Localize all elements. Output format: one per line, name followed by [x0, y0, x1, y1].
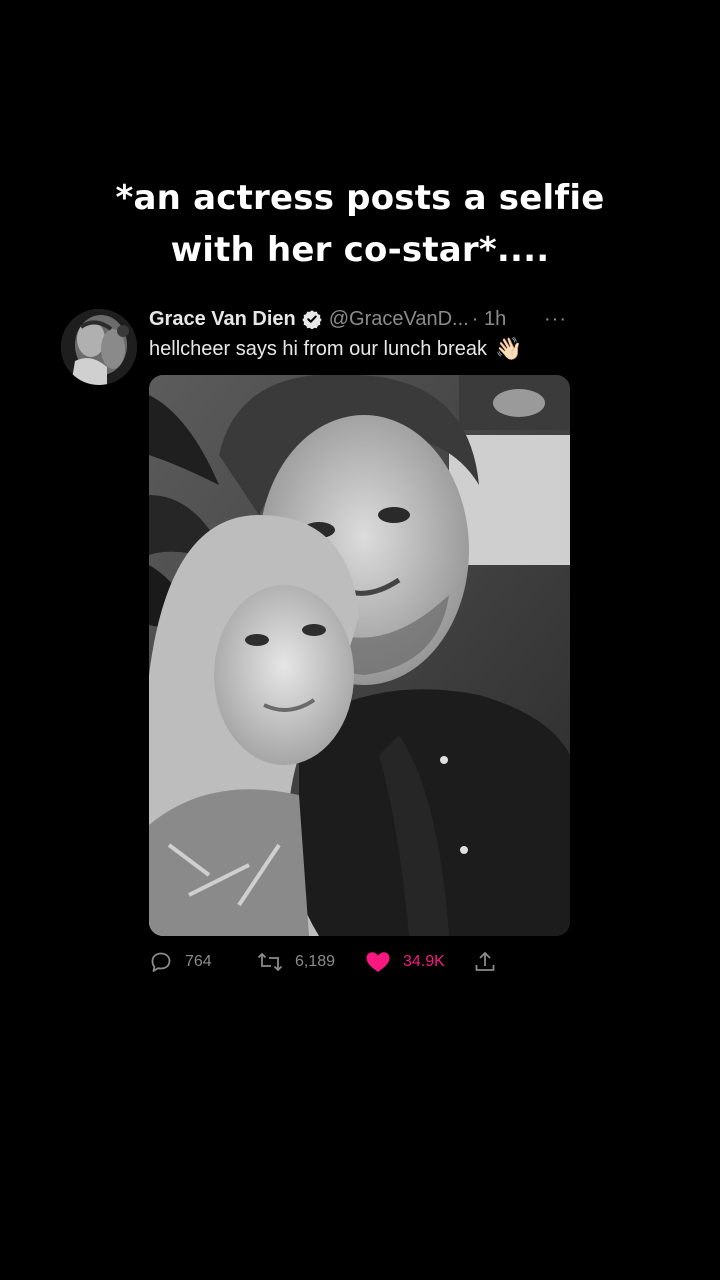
meme-caption: *an actress posts a selfie with her co-s… — [0, 172, 720, 276]
retweet-button[interactable]: 6,189 — [257, 946, 335, 978]
heart-icon — [366, 952, 390, 972]
reply-count: 764 — [185, 953, 212, 970]
author-avatar[interactable] — [61, 309, 137, 385]
tweet-body: hellcheer says hi from our lunch break 👋… — [149, 334, 522, 364]
author-display-name[interactable]: Grace Van Dien — [149, 308, 296, 331]
retweet-count: 6,189 — [295, 953, 336, 970]
like-button[interactable]: 34.9K — [365, 946, 445, 978]
reply-icon — [151, 952, 171, 972]
caption-line-2: with her co-star*.... — [170, 230, 550, 270]
verified-badge-icon — [302, 309, 322, 330]
author-handle[interactable]: @GraceVanD... — [329, 308, 469, 331]
share-button[interactable] — [473, 946, 497, 978]
waving-hand-emoji: 👋🏻 — [494, 336, 523, 361]
tweet-photo[interactable] — [149, 375, 570, 936]
share-icon — [475, 951, 495, 971]
tweet-timestamp[interactable]: · 1h — [472, 308, 506, 331]
reply-button[interactable]: 764 — [149, 946, 212, 978]
tweet-actions: 764 6,189 34.9K — [149, 946, 570, 978]
tweet-header: Grace Van Dien @GraceVanD... · 1h — [149, 304, 506, 334]
like-count: 34.9K — [403, 953, 445, 970]
caption-line-1: *an actress posts a selfie — [115, 178, 605, 218]
tweet-text: hellcheer says hi from our lunch break — [149, 337, 487, 360]
retweet-icon — [257, 952, 283, 972]
more-options-icon[interactable]: ··· — [544, 304, 567, 334]
